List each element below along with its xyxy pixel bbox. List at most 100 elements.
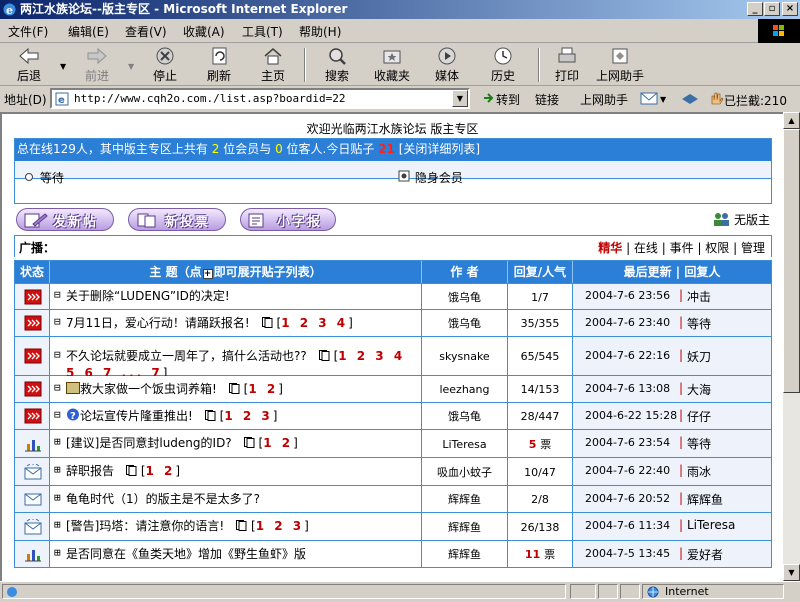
replier-link[interactable]: LiTeresa bbox=[687, 518, 735, 532]
menu-view[interactable]: 查看(V) bbox=[125, 23, 167, 40]
toggle-icon[interactable]: ⊟ bbox=[54, 348, 61, 361]
links-button[interactable]: 链接 bbox=[535, 91, 559, 108]
scroll-down-icon[interactable]: ▼ bbox=[783, 564, 800, 581]
go-button[interactable]: 转到 bbox=[482, 91, 520, 108]
author-link[interactable]: 辉辉鱼 bbox=[448, 548, 481, 561]
new-post-button[interactable]: 发新帖 bbox=[16, 208, 114, 231]
link-manage[interactable]: 管理 bbox=[741, 241, 765, 255]
link-events[interactable]: 事件 bbox=[670, 241, 694, 255]
topic-link[interactable]: 关于删除“LUDENG”ID的决定! bbox=[66, 289, 230, 303]
table-row[interactable]: ⊟ 关于删除“LUDENG”ID的决定! 饿乌龟 1/7 2004-7-6 23:56 |… bbox=[14, 284, 772, 310]
menu-file[interactable]: 文件(F) bbox=[8, 23, 48, 40]
page-links[interactable]: 1 2 bbox=[248, 382, 278, 396]
home-button[interactable]: 主页 bbox=[254, 46, 292, 84]
table-row[interactable]: ⊟ 不久论坛就要成立一周年了，搞什么活动也?? [1 2 3 4 5 6 7 ..… bbox=[14, 337, 772, 380]
replier-link[interactable]: 冲击 bbox=[687, 288, 711, 305]
toggle-icon[interactable]: ⊞ bbox=[54, 463, 61, 476]
stop-button[interactable]: 停止 bbox=[146, 46, 184, 84]
topic-link[interactable]: 龟龟时代（1）的版主是不是太多了? bbox=[66, 492, 260, 506]
media-button[interactable]: 媒体 bbox=[428, 46, 466, 84]
vote-topic-icon bbox=[25, 440, 41, 452]
author-link[interactable]: 辉辉鱼 bbox=[448, 493, 481, 506]
favorites-button[interactable]: 收藏夹 bbox=[370, 46, 414, 84]
toggle-icon[interactable]: ⊟ bbox=[54, 315, 61, 328]
vertical-scrollbar[interactable]: ▲ ▼ bbox=[783, 112, 800, 581]
author-link[interactable]: 吸血小蚊子 bbox=[437, 466, 492, 479]
new-vote-button[interactable]: 新投票 bbox=[128, 208, 226, 231]
address-input[interactable]: e http://www.cqh2o.com./list.asp?boardid… bbox=[50, 88, 470, 109]
toggle-icon[interactable]: ⊞ bbox=[54, 491, 61, 504]
replier-link[interactable]: 大海 bbox=[687, 381, 711, 398]
link-permissions[interactable]: 权限 bbox=[705, 241, 729, 255]
topic-link[interactable]: 救大家做一个饭虫词养箱! bbox=[80, 382, 217, 396]
search-button[interactable]: 搜索 bbox=[318, 46, 356, 84]
maximize-button[interactable]: ▫ bbox=[764, 2, 780, 16]
replier-link[interactable]: 妖刀 bbox=[687, 348, 711, 365]
minimize-button[interactable]: _ bbox=[747, 2, 763, 16]
table-row[interactable]: ⊞ 辞职报告 [1 2] 吸血小蚊子 10/47 2004-7-6 22:40 | 雨冰 bbox=[14, 458, 772, 486]
link-featured[interactable]: 精华 bbox=[598, 241, 622, 255]
author-link[interactable]: 饿乌龟 bbox=[448, 410, 481, 423]
menu-help[interactable]: 帮助(H) bbox=[299, 23, 341, 40]
topic-link[interactable]: [建议]是否同意封ludeng的ID? bbox=[66, 436, 232, 450]
topic-link[interactable]: [警告]玛塔：请注意你的语言! bbox=[66, 519, 224, 533]
table-row[interactable]: ⊟ 7月11日，爱心行动！请踊跃报名! [1 2 3 4] 饿乌龟 35/355 200… bbox=[14, 310, 772, 337]
forward-dropdown-icon[interactable]: ▼ bbox=[128, 62, 134, 71]
toggle-icon[interactable]: ⊞ bbox=[54, 546, 61, 559]
topic-link[interactable]: 论坛宣传片隆重推出! bbox=[80, 409, 193, 423]
toggle-icon[interactable]: ⊞ bbox=[54, 518, 61, 531]
history-button[interactable]: 历史 bbox=[484, 46, 522, 84]
table-row[interactable]: ⊞ [警告]玛塔：请注意你的语言! [1 2 3] 辉辉鱼 26/138 2004-7-… bbox=[14, 513, 772, 541]
small-report-button[interactable]: 小字报 bbox=[240, 208, 336, 231]
menu-tools[interactable]: 工具(T) bbox=[242, 23, 283, 40]
topic-link[interactable]: 7月11日，爱心行动！请踊跃报名! bbox=[66, 316, 250, 330]
author-link[interactable]: leezhang bbox=[439, 383, 489, 396]
author-link[interactable]: skysnake bbox=[439, 350, 489, 363]
toggle-icon[interactable]: ⊟ bbox=[54, 408, 61, 421]
author-link[interactable]: 饿乌龟 bbox=[448, 291, 481, 304]
toggle-icon[interactable]: ⊟ bbox=[54, 381, 61, 394]
link-online[interactable]: 在线 bbox=[634, 241, 658, 255]
scroll-up-icon[interactable]: ▲ bbox=[783, 112, 800, 129]
replier-link[interactable]: 辉辉鱼 bbox=[687, 491, 723, 508]
refresh-button[interactable]: 刷新 bbox=[200, 46, 238, 84]
replier-link[interactable]: 爱好者 bbox=[687, 546, 723, 563]
author-link[interactable]: 辉辉鱼 bbox=[448, 521, 481, 534]
back-dropdown-icon[interactable]: ▼ bbox=[60, 62, 66, 71]
address-dropdown-icon[interactable]: ▼ bbox=[452, 90, 468, 107]
table-row[interactable]: ⊟ 救大家做一个饭虫词养箱! [1 2] leezhang 14/153 2004-7-… bbox=[14, 376, 772, 403]
forward-button[interactable]: 前进 bbox=[78, 46, 116, 84]
close-list-link[interactable]: [关闭详细列表] bbox=[399, 142, 480, 156]
page-links[interactable]: 1 2 bbox=[146, 464, 176, 478]
helper-button[interactable]: 上网助手 bbox=[594, 46, 646, 84]
page-links[interactable]: 1 2 bbox=[263, 436, 293, 450]
toggle-icon[interactable]: ⊟ bbox=[54, 288, 61, 301]
author-link[interactable]: 饿乌龟 bbox=[448, 317, 481, 330]
toggle-icon[interactable]: ⊞ bbox=[54, 435, 61, 448]
table-row[interactable]: ⊞ 是否同意在《鱼类天地》增加《野生鱼虾》版 辉辉鱼 11 票 2004-7-5 13:… bbox=[14, 541, 772, 568]
topic-link[interactable]: 是否同意在《鱼类天地》增加《野生鱼虾》版 bbox=[66, 547, 306, 561]
replier-link[interactable]: 等待 bbox=[687, 315, 711, 332]
table-row[interactable]: ⊞ [建议]是否同意封ludeng的ID? [1 2] LiTeresa 5 票 200… bbox=[14, 430, 772, 458]
table-row[interactable]: ⊞ 龟龟时代（1）的版主是不是太多了? 辉辉鱼 2/8 2004-7-6 20:52 | 辉… bbox=[14, 486, 772, 513]
topic-link[interactable]: 不久论坛就要成立一周年了，搞什么活动也?? bbox=[66, 349, 307, 363]
replier-link[interactable]: 雨冰 bbox=[687, 463, 711, 480]
menu-edit[interactable]: 编辑(E) bbox=[68, 23, 109, 40]
back-button[interactable]: 后退 bbox=[10, 46, 48, 84]
topic-link[interactable]: 辞职报告 bbox=[66, 464, 114, 478]
helper-link[interactable]: 上网助手 bbox=[580, 91, 628, 108]
bookmark-icon[interactable] bbox=[680, 91, 700, 108]
page-links[interactable]: 1 2 3 4 bbox=[281, 316, 348, 330]
replier-link[interactable]: 等待 bbox=[687, 435, 711, 452]
close-button[interactable]: × bbox=[782, 2, 798, 16]
scroll-thumb[interactable] bbox=[783, 129, 800, 393]
print-button[interactable]: 打印 bbox=[548, 46, 586, 84]
author-link[interactable]: LiTeresa bbox=[442, 438, 486, 451]
page-links[interactable]: 1 2 3 bbox=[224, 409, 272, 423]
menu-favorites[interactable]: 收藏(A) bbox=[183, 23, 225, 40]
popup-blocker[interactable]: 已拦截:210 bbox=[708, 91, 787, 109]
replier-link[interactable]: 仔仔 bbox=[687, 408, 711, 425]
table-row[interactable]: ⊟? 论坛宣传片隆重推出! [1 2 3] 饿乌龟 28/447 2004-6-22 1… bbox=[14, 403, 772, 430]
page-links[interactable]: 1 2 3 bbox=[256, 519, 304, 533]
mail-button[interactable]: ▼ bbox=[640, 91, 668, 108]
